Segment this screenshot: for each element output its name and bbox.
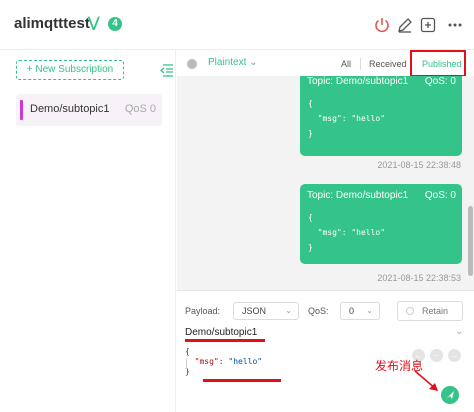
message-time: 2021-08-15 22:38:48 [377,160,461,170]
edit-icon[interactable] [396,16,414,34]
payload-underline-annotation [203,379,281,382]
subscription-sidebar: + New Subscription Demo/subtopic1 QoS 0 [0,50,176,412]
tab-all[interactable]: All [341,59,351,69]
chevron-down-icon: ⌄ [285,306,292,315]
tab-received[interactable]: Received [369,59,407,69]
power-icon[interactable] [373,16,391,34]
message-bubble[interactable]: Topic: Demo/subtopic1 QoS: 0 { "msg": "h… [300,184,462,264]
history-clear-icon[interactable]: − [430,349,443,362]
annotation-arrow-icon [414,370,438,391]
message-scrollbar[interactable] [467,76,474,290]
chevron-down-icon[interactable]: ⌄ [455,326,463,337]
collapse-list-icon[interactable] [158,62,174,78]
subscription-topic: Demo/subtopic1 [30,103,110,115]
tab-divider [360,58,361,70]
message-time: 2021-08-15 22:38:53 [377,273,461,283]
connection-header: alimqtttest ⋁ 4 [0,0,474,50]
payload-editor[interactable]: { "msg": "hello" } [185,347,262,377]
message-qos: QoS: 0 [424,76,456,87]
subscription-item[interactable]: Demo/subtopic1 QoS 0 [16,94,162,126]
qos-value: 0 [349,306,355,316]
published-highlight-box [410,50,466,77]
subscription-qos: QoS 0 [124,103,156,115]
qos-select[interactable]: 0 ⌄ [340,302,380,320]
connection-count-badge: 4 [108,17,122,31]
code-indent-guide [186,359,187,369]
new-window-icon[interactable] [419,16,437,34]
chevron-down-icon: ⌄ [366,306,373,315]
message-bubble[interactable]: Topic: Demo/subtopic1 QoS: 0 { "msg": "h… [300,76,462,156]
message-toolbar: Plaintext ⌄ All Received Published [177,50,474,77]
new-subscription-button[interactable]: + New Subscription [16,60,124,80]
message-topic: Topic: Demo/subtopic1 [307,76,409,87]
retain-radio-icon [406,307,414,315]
message-payload: { "msg": "hello" } [308,99,386,138]
topic-underline-annotation [185,339,265,342]
payload-type-select[interactable]: JSON ⌄ [233,302,299,320]
message-qos: QoS: 0 [424,190,456,201]
send-icon [446,391,454,399]
double-chevron-down-icon[interactable]: ⋁ [88,14,99,31]
status-dot-icon [187,59,197,69]
message-topic: Topic: Demo/subtopic1 [307,190,409,201]
retain-label: Retain [422,306,449,316]
topic-input[interactable]: Demo/subtopic1 [185,327,257,338]
message-payload: { "msg": "hello" } [308,213,386,252]
history-forward-icon[interactable]: → [448,349,461,362]
publish-panel: Payload: JSON ⌄ QoS: 0 ⌄ Retain Demo/sub… [177,290,474,412]
code-colon: : [218,357,229,366]
payload-format-label: Plaintext [208,57,247,68]
code-key: "msg" [194,357,219,366]
payload-type-value: JSON [242,306,267,316]
retain-toggle[interactable]: Retain [397,301,463,321]
more-icon[interactable] [446,16,464,34]
qos-label: QoS: [308,306,329,316]
message-list: Topic: Demo/subtopic1 QoS: 0 { "msg": "h… [177,76,467,290]
payload-label: Payload: [185,306,221,316]
send-button[interactable] [441,386,459,404]
payload-format-select[interactable]: Plaintext ⌄ [208,57,258,68]
code-value: "hello" [228,357,263,366]
connection-title: alimqtttest [14,15,90,32]
scrollbar-thumb[interactable] [468,206,473,276]
subscription-color-bar [20,100,23,120]
code-brace: { [185,347,190,356]
